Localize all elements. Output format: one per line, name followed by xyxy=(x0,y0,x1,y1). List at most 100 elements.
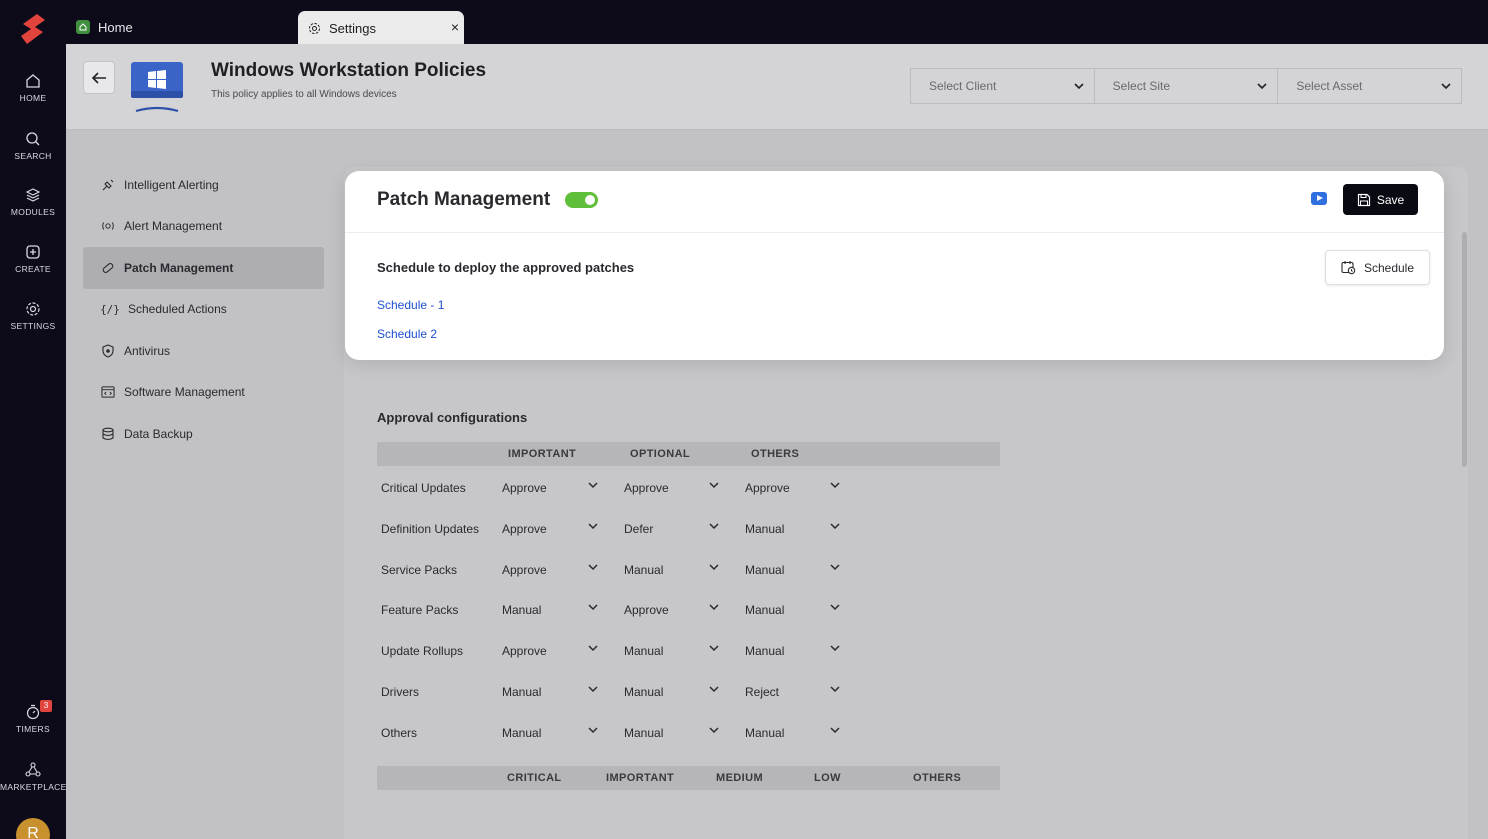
approval-select[interactable]: Manual xyxy=(624,685,663,699)
approval-select[interactable]: Reject xyxy=(745,685,779,699)
chevron-down-icon[interactable] xyxy=(587,642,599,656)
avatar[interactable]: R xyxy=(16,818,50,839)
approval-select[interactable]: Manual xyxy=(745,603,784,617)
rail-marketplace[interactable]: MARKETPLACE xyxy=(0,761,66,792)
select-client-label: Select Client xyxy=(929,79,997,93)
column-header: CRITICAL xyxy=(507,772,562,784)
chevron-down-icon[interactable] xyxy=(829,724,841,738)
approval-select[interactable]: Manual xyxy=(624,726,663,740)
chevron-down-icon[interactable] xyxy=(708,561,720,575)
video-play-icon[interactable] xyxy=(1311,192,1327,205)
chevron-down-icon[interactable] xyxy=(587,724,599,738)
approval-select[interactable]: Manual xyxy=(745,522,784,536)
menu-item-alert-management[interactable]: Alert Management xyxy=(83,206,324,248)
menu-item-patch-management[interactable]: Patch Management xyxy=(83,247,324,289)
save-label: Save xyxy=(1376,192,1405,207)
left-rail: HOME SEARCH MODULES CREATE SETTINGS TIME… xyxy=(0,0,66,839)
rail-modules-label: MODULES xyxy=(10,207,56,217)
menu-item-antivirus[interactable]: Antivirus xyxy=(83,330,324,372)
back-button[interactable] xyxy=(83,61,115,94)
rail-timers[interactable]: TIMERS xyxy=(0,703,66,734)
chevron-down-icon[interactable] xyxy=(829,642,841,656)
chevron-down-icon[interactable] xyxy=(587,561,599,575)
approval-select[interactable]: Manual xyxy=(624,644,663,658)
menu-item-label: Antivirus xyxy=(124,343,171,358)
column-header: MEDIUM xyxy=(716,772,764,784)
approval-select[interactable]: Manual xyxy=(502,603,541,617)
chevron-down-icon[interactable] xyxy=(708,601,720,615)
chevron-down-icon[interactable] xyxy=(708,683,720,697)
search-icon xyxy=(26,132,40,146)
approval-select[interactable]: Approve xyxy=(502,481,547,495)
tab-home-label: Home xyxy=(98,19,133,35)
content-scrollbar[interactable] xyxy=(1462,232,1467,467)
menu-item-software-management[interactable]: Software Management xyxy=(83,372,324,414)
rail-search[interactable]: SEARCH xyxy=(0,130,66,161)
chevron-down-icon[interactable] xyxy=(587,520,599,534)
menu-item-intelligent-alerting[interactable]: Intelligent Alerting xyxy=(83,164,324,206)
close-icon[interactable]: × xyxy=(451,19,459,35)
patch-management-toggle[interactable] xyxy=(565,192,598,208)
row-label: Drivers xyxy=(381,685,419,699)
approval-select[interactable]: Approve xyxy=(502,644,547,658)
schedule-button-label: Schedule xyxy=(1363,260,1415,275)
database-icon xyxy=(101,427,115,441)
rail-create[interactable]: CREATE xyxy=(0,243,66,274)
approval-select[interactable]: Approve xyxy=(745,481,790,495)
approval-table-header: IMPORTANT OPTIONAL OTHERS xyxy=(377,442,1000,466)
chevron-down-icon[interactable] xyxy=(708,724,720,738)
chevron-down-icon[interactable] xyxy=(587,683,599,697)
approval-select[interactable]: Manual xyxy=(502,685,541,699)
column-header: OPTIONAL xyxy=(630,448,691,460)
schedule-button[interactable]: Schedule xyxy=(1325,250,1430,285)
select-client[interactable]: Select Client xyxy=(911,69,1095,103)
table-row: Definition Updates Approve Defer Manual xyxy=(377,520,1000,540)
chevron-down-icon[interactable] xyxy=(829,683,841,697)
approval-select[interactable]: Manual xyxy=(745,563,784,577)
save-button[interactable]: Save xyxy=(1343,184,1418,215)
approval-select[interactable]: Defer xyxy=(624,522,653,536)
rail-home[interactable]: HOME xyxy=(0,72,66,103)
schedule-link[interactable]: Schedule - 1 xyxy=(377,298,444,312)
rail-search-label: SEARCH xyxy=(14,151,52,161)
menu-item-scheduled-actions[interactable]: {/} Scheduled Actions xyxy=(83,289,324,331)
chevron-down-icon[interactable] xyxy=(829,479,841,493)
rail-settings-label: SETTINGS xyxy=(10,321,56,331)
tab-home[interactable]: Home xyxy=(76,12,133,42)
approval-select[interactable]: Approve xyxy=(502,563,547,577)
chevron-down-icon[interactable] xyxy=(829,601,841,615)
gear-icon xyxy=(309,22,320,34)
table-row: Critical Updates Approve Approve Approve xyxy=(377,479,1000,499)
chevron-down-icon[interactable] xyxy=(708,479,720,493)
approval-select[interactable]: Manual xyxy=(624,563,663,577)
chevron-down-icon[interactable] xyxy=(829,561,841,575)
layers-icon xyxy=(25,188,41,202)
approval-select[interactable]: Manual xyxy=(502,726,541,740)
chevron-down-icon[interactable] xyxy=(587,601,599,615)
approval-select[interactable]: Manual xyxy=(745,726,784,740)
tab-bar: Home Settings × xyxy=(66,0,1488,45)
chevron-down-icon[interactable] xyxy=(708,520,720,534)
chevron-down-icon[interactable] xyxy=(708,642,720,656)
chevron-down-icon[interactable] xyxy=(587,479,599,493)
app-logo[interactable] xyxy=(17,12,49,46)
alert-radio-icon xyxy=(101,219,115,233)
arrow-left-icon xyxy=(91,71,106,84)
select-site[interactable]: Select Site xyxy=(1095,69,1279,103)
approval-select[interactable]: Manual xyxy=(745,644,784,658)
tab-settings[interactable]: Settings × xyxy=(298,11,464,45)
menu-item-data-backup[interactable]: Data Backup xyxy=(83,413,324,455)
rail-modules[interactable]: MODULES xyxy=(0,186,66,217)
chevron-down-icon[interactable] xyxy=(829,520,841,534)
schedule-link[interactable]: Schedule 2 xyxy=(377,327,437,341)
approval-select[interactable]: Approve xyxy=(502,522,547,536)
toggle-knob xyxy=(585,195,595,205)
table-row: Update Rollups Approve Manual Manual xyxy=(377,642,1000,662)
approval-title: Approval configurations xyxy=(377,410,528,425)
approval-select[interactable]: Approve xyxy=(624,603,669,617)
select-asset[interactable]: Select Asset xyxy=(1278,69,1461,103)
approval-select[interactable]: Approve xyxy=(624,481,669,495)
rail-settings[interactable]: SETTINGS xyxy=(0,300,66,331)
main-shell: Windows Workstation Policies This policy… xyxy=(66,44,1488,839)
code-braces-icon: {/} xyxy=(100,302,120,316)
